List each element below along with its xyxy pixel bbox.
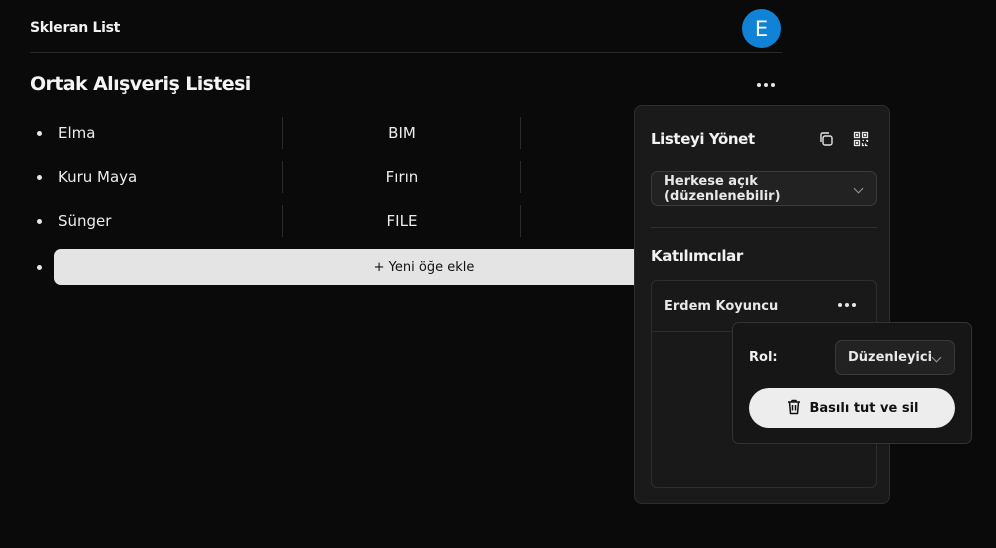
- list-more-options-button[interactable]: [754, 78, 778, 92]
- panel-title: Listeyi Yönet: [651, 130, 755, 148]
- manage-list-panel: Listeyi Yönet Herkese açık (düzenlenebil…: [634, 105, 890, 504]
- participant-more-button[interactable]: [838, 303, 856, 307]
- delete-label: Basılı tut ve sil: [809, 400, 919, 416]
- visibility-value: Herkese açık (düzenlenebilir): [664, 173, 781, 204]
- column-divider: [520, 117, 521, 149]
- item-name[interactable]: Sünger: [58, 205, 111, 237]
- role-select[interactable]: Düzenleyici: [835, 340, 955, 375]
- role-label: Rol:: [749, 350, 778, 365]
- item-store[interactable]: FILE: [283, 205, 521, 237]
- visibility-select[interactable]: Herkese açık (düzenlenebilir): [651, 171, 877, 206]
- item-name[interactable]: Kuru Maya: [58, 161, 137, 193]
- item-name[interactable]: Elma: [58, 117, 95, 149]
- page-title: Ortak Alışveriş Listesi: [30, 73, 251, 95]
- trash-icon: [786, 398, 802, 419]
- bullet-icon: [37, 175, 42, 180]
- list-item[interactable]: Sünger FILE: [30, 205, 640, 237]
- column-divider: [520, 161, 521, 193]
- list-item[interactable]: Elma BIM: [30, 117, 640, 149]
- panel-divider: [651, 227, 877, 228]
- role-value: Düzenleyici: [848, 350, 933, 365]
- more-dot-icon: [838, 303, 842, 307]
- bullet-icon: [37, 219, 42, 224]
- header-divider: [30, 52, 782, 53]
- participant-name: Erdem Koyuncu: [664, 299, 779, 314]
- more-dot-icon: [764, 83, 768, 87]
- more-dot-icon: [852, 303, 856, 307]
- list-item[interactable]: Kuru Maya Fırın: [30, 161, 640, 193]
- bullet-icon: [37, 131, 42, 136]
- bullet-icon: [37, 265, 42, 270]
- hold-to-delete-button[interactable]: Basılı tut ve sil: [749, 388, 955, 428]
- more-dot-icon: [757, 83, 761, 87]
- qr-code-icon[interactable]: [852, 130, 870, 148]
- avatar[interactable]: E: [742, 9, 781, 48]
- item-store[interactable]: BIM: [283, 117, 521, 149]
- chevron-down-icon: [931, 352, 942, 363]
- more-dot-icon: [771, 83, 775, 87]
- app-name: Skleran List: [30, 20, 121, 36]
- item-store[interactable]: Fırın: [283, 161, 521, 193]
- copy-icon[interactable]: [817, 130, 835, 148]
- more-dot-icon: [845, 303, 849, 307]
- participants-title: Katılımcılar: [651, 247, 743, 265]
- column-divider: [520, 205, 521, 237]
- role-popover: Rol: Düzenleyici Basılı tut ve sil: [732, 322, 972, 444]
